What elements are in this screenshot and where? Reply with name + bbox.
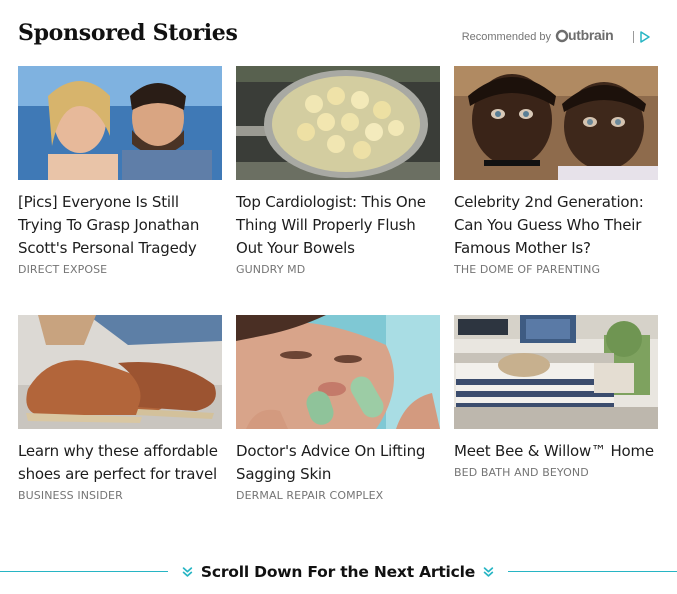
story-thumbnail[interactable]	[18, 315, 222, 429]
story-card[interactable]: Doctor's Advice On Lifting Sagging Skin …	[236, 315, 440, 502]
divider-right	[508, 571, 677, 572]
story-thumbnail[interactable]	[454, 315, 658, 429]
story-source: BED BATH AND BEYOND	[454, 466, 589, 479]
story-source: BUSINESS INSIDER	[18, 489, 123, 502]
boiling-pot-photo	[236, 66, 440, 180]
story-title[interactable]: Meet Bee & Willow™ Home	[454, 440, 658, 463]
story-source: DIRECT EXPOSE	[18, 263, 108, 276]
story-source: GUNDRY MD	[236, 263, 306, 276]
sponsored-header: Sponsored Stories Recommended by utbrain	[18, 20, 658, 52]
story-thumbnail[interactable]	[236, 66, 440, 180]
story-card[interactable]: Top Cardiologist: This One Thing Will Pr…	[236, 66, 440, 276]
couple-photo	[18, 66, 222, 180]
adchoices-icon[interactable]	[640, 31, 650, 43]
divider-left	[0, 571, 168, 572]
story-thumbnail[interactable]	[454, 66, 658, 180]
story-card[interactable]: Meet Bee & Willow™ Home BED BATH AND BEY…	[454, 315, 658, 479]
outbrain-logo: utbrain	[555, 27, 627, 47]
svg-text:utbrain: utbrain	[568, 27, 613, 43]
story-title[interactable]: Top Cardiologist: This One Thing Will Pr…	[236, 191, 440, 260]
story-source: DERMAL REPAIR COMPLEX	[236, 489, 384, 502]
story-title[interactable]: Celebrity 2nd Generation: Can You Guess …	[454, 191, 658, 260]
story-thumbnail[interactable]	[18, 66, 222, 180]
attribution-divider	[633, 31, 634, 43]
story-title[interactable]: Doctor's Advice On Lifting Sagging Skin	[236, 440, 440, 486]
outbrain-attribution[interactable]: Recommended by utbrain	[462, 27, 650, 47]
section-title: Sponsored Stories	[18, 20, 238, 46]
next-article-bar: Scroll Down For the Next Article	[0, 560, 677, 584]
story-card[interactable]: Celebrity 2nd Generation: Can You Guess …	[454, 66, 658, 276]
story-thumbnail[interactable]	[236, 315, 440, 429]
shoes-photo	[18, 315, 222, 429]
double-chevron-down-icon	[182, 567, 193, 577]
double-chevron-down-icon	[483, 567, 494, 577]
scroll-next-article-button[interactable]: Scroll Down For the Next Article	[182, 560, 494, 584]
story-source: THE DOME OF PARENTING	[454, 263, 601, 276]
scroll-next-label[interactable]: Scroll Down For the Next Article	[201, 563, 475, 581]
children-photo	[454, 66, 658, 180]
story-card[interactable]: [Pics] Everyone Is Still Trying To Grasp…	[18, 66, 222, 276]
story-title[interactable]: [Pics] Everyone Is Still Trying To Grasp…	[18, 191, 222, 260]
recommended-by-label: Recommended by	[461, 31, 551, 43]
story-title[interactable]: Learn why these affordable shoes are per…	[18, 440, 222, 486]
face-roller-photo	[236, 315, 440, 429]
outbrain-logo-mark: utbrain	[555, 27, 614, 43]
daybed-photo	[454, 315, 658, 429]
story-card[interactable]: Learn why these affordable shoes are per…	[18, 315, 222, 502]
